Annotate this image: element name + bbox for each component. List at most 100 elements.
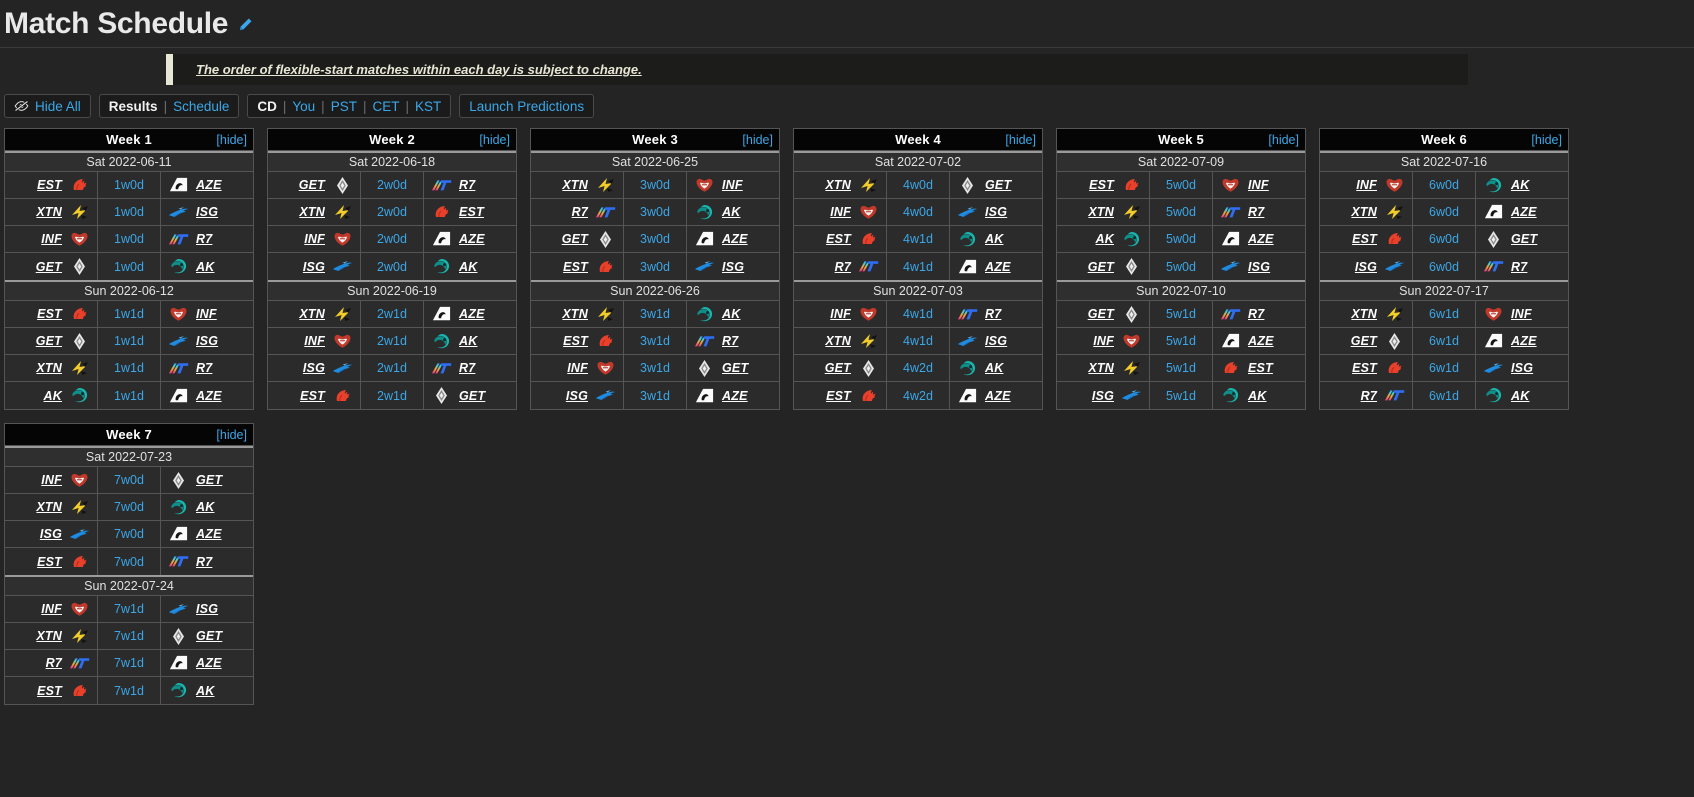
match-time-link[interactable]: 3w1d: [623, 328, 687, 354]
match-time-link[interactable]: 1w1d: [97, 355, 161, 381]
team-abbr-link[interactable]: XTN: [562, 178, 588, 192]
team-abbr-link[interactable]: ISG: [1092, 389, 1114, 403]
match-time-link[interactable]: 4w1d: [886, 253, 950, 280]
team-abbr-link[interactable]: EST: [1089, 178, 1114, 192]
timezone-kst-option[interactable]: KST: [415, 99, 441, 114]
team-abbr-link[interactable]: R7: [459, 178, 475, 192]
team-abbr-link[interactable]: EST: [459, 205, 484, 219]
team-abbr-link[interactable]: AK: [196, 684, 214, 698]
team-abbr-link[interactable]: GET: [299, 178, 325, 192]
team-abbr-link[interactable]: XTN: [1351, 307, 1377, 321]
match-time-link[interactable]: 3w1d: [623, 301, 687, 327]
team-abbr-link[interactable]: AK: [722, 307, 740, 321]
pencil-icon[interactable]: [238, 17, 253, 32]
team-abbr-link[interactable]: AK: [44, 389, 62, 403]
match-time-link[interactable]: 3w1d: [623, 382, 687, 409]
team-abbr-link[interactable]: XTN: [1351, 205, 1377, 219]
team-abbr-link[interactable]: R7: [985, 307, 1001, 321]
match-time-link[interactable]: 7w1d: [97, 650, 161, 676]
match-time-link[interactable]: 7w1d: [97, 677, 161, 704]
timezone-cet-option[interactable]: CET: [372, 99, 399, 114]
team-abbr-link[interactable]: R7: [196, 361, 212, 375]
timezone-pst-option[interactable]: PST: [331, 99, 357, 114]
team-abbr-link[interactable]: AK: [1511, 178, 1529, 192]
team-abbr-link[interactable]: AK: [196, 260, 214, 274]
match-time-link[interactable]: 7w0d: [97, 521, 161, 547]
team-abbr-link[interactable]: GET: [1088, 260, 1114, 274]
team-abbr-link[interactable]: AZE: [196, 389, 222, 403]
match-time-link[interactable]: 1w0d: [97, 253, 161, 280]
week-hide-link[interactable]: [hide]: [479, 133, 510, 147]
timezone-you-option[interactable]: You: [292, 99, 315, 114]
team-abbr-link[interactable]: AZE: [1248, 232, 1274, 246]
match-time-link[interactable]: 1w0d: [97, 199, 161, 225]
team-abbr-link[interactable]: AK: [1511, 389, 1529, 403]
team-abbr-link[interactable]: GET: [36, 260, 62, 274]
team-abbr-link[interactable]: GET: [562, 232, 588, 246]
match-time-link[interactable]: 1w0d: [97, 226, 161, 252]
match-time-link[interactable]: 6w0d: [1412, 226, 1476, 252]
team-abbr-link[interactable]: AK: [196, 500, 214, 514]
team-abbr-link[interactable]: INF: [1093, 334, 1114, 348]
team-abbr-link[interactable]: AZE: [459, 232, 485, 246]
team-abbr-link[interactable]: ISG: [985, 205, 1007, 219]
match-time-link[interactable]: 3w0d: [623, 226, 687, 252]
team-abbr-link[interactable]: XTN: [36, 361, 62, 375]
team-abbr-link[interactable]: EST: [1352, 232, 1377, 246]
match-time-link[interactable]: 6w0d: [1412, 172, 1476, 198]
match-time-link[interactable]: 5w0d: [1149, 172, 1213, 198]
team-abbr-link[interactable]: GET: [196, 473, 222, 487]
match-time-link[interactable]: 3w0d: [623, 253, 687, 280]
team-abbr-link[interactable]: ISG: [722, 260, 744, 274]
match-time-link[interactable]: 7w0d: [97, 494, 161, 520]
team-abbr-link[interactable]: AK: [1096, 232, 1114, 246]
team-abbr-link[interactable]: AZE: [196, 656, 222, 670]
team-abbr-link[interactable]: INF: [41, 232, 62, 246]
match-time-link[interactable]: 1w1d: [97, 382, 161, 409]
team-abbr-link[interactable]: EST: [563, 334, 588, 348]
team-abbr-link[interactable]: EST: [563, 260, 588, 274]
team-abbr-link[interactable]: XTN: [1088, 361, 1114, 375]
team-abbr-link[interactable]: R7: [196, 555, 212, 569]
team-abbr-link[interactable]: ISG: [1511, 361, 1533, 375]
team-abbr-link[interactable]: EST: [826, 389, 851, 403]
team-abbr-link[interactable]: EST: [1352, 361, 1377, 375]
team-abbr-link[interactable]: R7: [1511, 260, 1527, 274]
team-abbr-link[interactable]: EST: [37, 307, 62, 321]
team-abbr-link[interactable]: ISG: [303, 260, 325, 274]
team-abbr-link[interactable]: INF: [567, 361, 588, 375]
week-hide-link[interactable]: [hide]: [1005, 133, 1036, 147]
team-abbr-link[interactable]: ISG: [196, 602, 218, 616]
match-time-link[interactable]: 6w0d: [1412, 253, 1476, 280]
match-time-link[interactable]: 7w1d: [97, 596, 161, 622]
team-abbr-link[interactable]: R7: [459, 361, 475, 375]
match-time-link[interactable]: 2w0d: [360, 226, 424, 252]
team-abbr-link[interactable]: EST: [37, 684, 62, 698]
match-time-link[interactable]: 2w0d: [360, 253, 424, 280]
match-time-link[interactable]: 4w2d: [886, 355, 950, 381]
match-time-link[interactable]: 7w0d: [97, 548, 161, 575]
team-abbr-link[interactable]: EST: [37, 178, 62, 192]
match-time-link[interactable]: 5w0d: [1149, 199, 1213, 225]
team-abbr-link[interactable]: AZE: [722, 389, 748, 403]
hide-all-button[interactable]: Hide All: [4, 94, 91, 118]
match-time-link[interactable]: 7w0d: [97, 467, 161, 493]
team-abbr-link[interactable]: R7: [1248, 307, 1264, 321]
hide-all-label[interactable]: Hide All: [35, 99, 81, 114]
team-abbr-link[interactable]: INF: [1248, 178, 1269, 192]
team-abbr-link[interactable]: R7: [835, 260, 851, 274]
team-abbr-link[interactable]: INF: [41, 473, 62, 487]
team-abbr-link[interactable]: AK: [459, 260, 477, 274]
match-time-link[interactable]: 2w0d: [360, 199, 424, 225]
match-time-link[interactable]: 5w0d: [1149, 226, 1213, 252]
team-abbr-link[interactable]: AK: [985, 232, 1003, 246]
launch-predictions-label[interactable]: Launch Predictions: [469, 99, 584, 114]
match-time-link[interactable]: 2w1d: [360, 301, 424, 327]
team-abbr-link[interactable]: INF: [830, 205, 851, 219]
team-abbr-link[interactable]: XTN: [825, 334, 851, 348]
match-time-link[interactable]: 6w0d: [1412, 199, 1476, 225]
team-abbr-link[interactable]: AZE: [196, 527, 222, 541]
team-abbr-link[interactable]: EST: [300, 389, 325, 403]
team-abbr-link[interactable]: AZE: [722, 232, 748, 246]
match-time-link[interactable]: 4w1d: [886, 226, 950, 252]
